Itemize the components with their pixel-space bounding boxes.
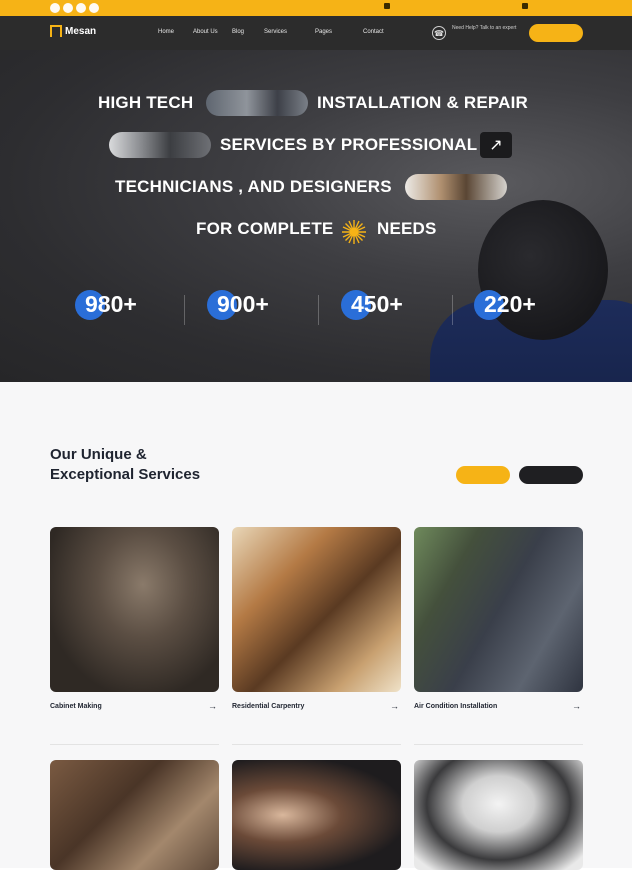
- hero-line1-left: HIGH TECH: [98, 93, 194, 112]
- nav-blog[interactable]: Blog: [232, 29, 244, 35]
- nav-about[interactable]: About Us: [193, 29, 218, 35]
- stat-divider: [318, 295, 319, 325]
- section-title-line1: Our Unique &: [50, 446, 147, 463]
- phone-label: Need Help? Talk to an expert: [452, 25, 517, 31]
- arrow-right-icon[interactable]: →: [572, 701, 581, 711]
- hero-pill-image-1: [206, 90, 308, 116]
- secondary-button[interactable]: [519, 466, 583, 484]
- arrow-right-icon[interactable]: →: [390, 701, 399, 711]
- stat-divider: [184, 295, 185, 325]
- phone-icon: ☎: [432, 26, 446, 40]
- logo-house-icon: [50, 25, 62, 37]
- email-info[interactable]: [522, 3, 531, 9]
- main-header: Mesan Home About Us Blog Services Pages …: [0, 16, 632, 50]
- header-cta-button[interactable]: [529, 24, 583, 42]
- card-divider: [414, 744, 583, 745]
- nav-home[interactable]: Home: [158, 29, 174, 35]
- stat-value: 220+: [484, 291, 536, 317]
- hero-pill-image-2: [109, 132, 211, 158]
- hero-technician-head: [478, 200, 608, 340]
- sun-icon: [342, 220, 366, 244]
- service-card-title[interactable]: Cabinet Making: [50, 703, 102, 710]
- service-card-image-5[interactable]: [232, 760, 401, 870]
- stat-value: 900+: [217, 291, 269, 317]
- location-info: [384, 3, 393, 9]
- service-card-image[interactable]: [414, 527, 583, 692]
- nav-pages[interactable]: Pages: [315, 29, 332, 35]
- location-pin-icon: [384, 3, 390, 9]
- hero-line2: SERVICES BY PROFESSIONAL: [220, 135, 478, 154]
- stat-value: 980+: [85, 291, 137, 317]
- service-card-image[interactable]: [232, 527, 401, 692]
- service-card-title[interactable]: Air Condition Installation: [414, 703, 497, 710]
- arrow-up-right-icon[interactable]: ↗: [480, 132, 512, 158]
- linkedin-icon[interactable]: [89, 3, 99, 13]
- service-card-title[interactable]: Residential Carpentry: [232, 703, 304, 710]
- services-section: Our Unique & Exceptional Services Cabine…: [0, 382, 632, 870]
- hero-line3: TECHNICIANS , AND DESIGNERS: [115, 177, 392, 196]
- logo[interactable]: Mesan: [50, 25, 96, 37]
- card-divider: [50, 744, 219, 745]
- section-title-line2: Exceptional Services: [50, 466, 201, 483]
- service-card-image-6[interactable]: [414, 760, 583, 870]
- instagram-icon[interactable]: [76, 3, 86, 13]
- section-title: Our Unique & Exceptional Services: [50, 445, 200, 485]
- service-card-image[interactable]: [50, 527, 219, 692]
- stat-divider: [452, 295, 453, 325]
- top-bar: [0, 0, 632, 16]
- logo-text: Mesan: [65, 25, 97, 37]
- hero-line4-left: FOR COMPLETE: [196, 219, 334, 238]
- arrow-right-icon[interactable]: →: [208, 701, 217, 711]
- hero-pill-image-3: [405, 174, 507, 200]
- primary-button[interactable]: [456, 466, 510, 484]
- hero-line1-right: INSTALLATION & REPAIR: [317, 93, 529, 112]
- stat-value: 450+: [351, 291, 403, 317]
- hero-line4-right: NEEDS: [377, 219, 437, 238]
- card-divider: [232, 744, 401, 745]
- facebook-icon[interactable]: [50, 3, 60, 13]
- hero-section: HIGH TECH INSTALLATION & REPAIR SERVICES…: [0, 50, 632, 382]
- twitter-icon[interactable]: [63, 3, 73, 13]
- nav-contact[interactable]: Contact: [363, 29, 384, 35]
- mail-icon: [522, 3, 528, 9]
- service-card-image-4[interactable]: [50, 760, 219, 870]
- nav-services[interactable]: Services: [264, 29, 287, 35]
